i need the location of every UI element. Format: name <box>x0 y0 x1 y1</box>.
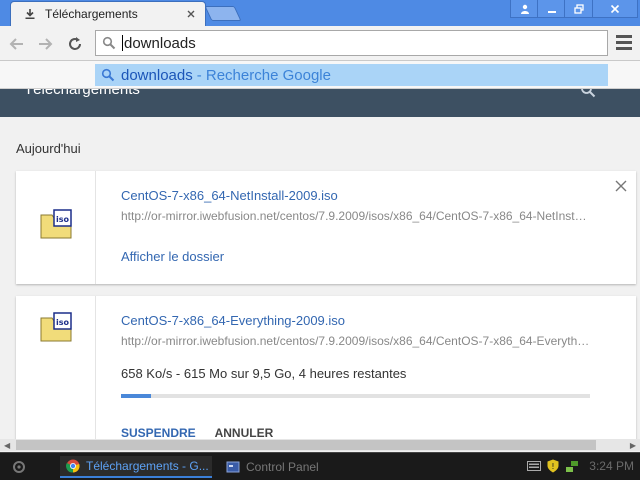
address-bar[interactable]: downloads <box>95 30 608 56</box>
downloads-list: Aujourd'hui iso CentOS-7-x86_64-NetInsta… <box>0 117 640 439</box>
suggestion-query: downloads <box>121 66 193 84</box>
minimize-button[interactable] <box>537 0 567 18</box>
minimize-icon <box>548 10 556 13</box>
taskbar-item-label: Control Panel <box>246 460 319 474</box>
reload-button[interactable] <box>64 33 86 55</box>
scroll-left-icon[interactable]: ◀ <box>4 441 10 450</box>
close-icon <box>610 4 620 13</box>
start-menu-icon[interactable] <box>8 459 30 475</box>
download-icon <box>23 7 37 21</box>
suggestion-source: - Recherche Google <box>196 66 331 84</box>
network-icon[interactable] <box>565 459 579 473</box>
forward-button[interactable] <box>34 33 56 55</box>
reload-icon <box>69 37 81 50</box>
remove-item-icon[interactable] <box>614 179 628 193</box>
back-arrow-icon <box>9 38 23 50</box>
browser-toolbar: downloads <box>0 26 640 61</box>
search-icon <box>101 68 115 82</box>
taskbar-item-control-panel[interactable]: Control Panel <box>220 456 360 478</box>
download-status: 658 Ko/s - 615 Mo sur 9,5 Go, 4 heures r… <box>121 366 407 381</box>
cancel-button[interactable]: ANNULER <box>215 426 274 439</box>
download-item: iso CentOS-7-x86_64-NetInstall-2009.iso … <box>16 171 636 284</box>
file-name-link[interactable]: CentOS-7-x86_64-NetInstall-2009.iso <box>121 188 338 203</box>
download-progress-bar <box>121 394 590 398</box>
security-shield-icon[interactable]: ! <box>547 459 559 473</box>
suggestion-item[interactable]: downloads - Recherche Google <box>95 64 608 86</box>
pause-button[interactable]: SUSPENDRE <box>121 426 196 439</box>
iso-file-icon: iso <box>40 312 72 342</box>
file-name-link[interactable]: CentOS-7-x86_64-Everything-2009.iso <box>121 313 345 328</box>
svg-text:iso: iso <box>56 318 70 327</box>
omnibox-suggestions: downloads - Recherche Google <box>0 61 640 89</box>
restore-icon <box>574 3 584 14</box>
svg-text:iso: iso <box>56 215 70 224</box>
progress-fill <box>121 394 152 398</box>
forward-arrow-icon <box>39 38 53 50</box>
taskbar-item-label: Téléchargements - G... <box>86 459 209 473</box>
control-panel-icon <box>226 461 240 473</box>
download-actions: SUSPENDRE ANNULER <box>121 426 273 439</box>
search-icon <box>102 36 116 50</box>
profile-button[interactable] <box>510 0 540 18</box>
tab-close-icon[interactable] <box>183 6 199 22</box>
system-tray: ! 3:24 PM <box>527 459 634 473</box>
tab-title: Téléchargements <box>45 7 138 21</box>
show-in-folder-link[interactable]: Afficher le dossier <box>121 249 224 264</box>
section-today-label: Aujourd'hui <box>16 141 81 156</box>
taskbar-clock[interactable]: 3:24 PM <box>589 459 634 473</box>
address-value: downloads <box>124 34 196 52</box>
chrome-icon <box>66 459 80 473</box>
user-icon <box>521 4 529 14</box>
keyboard-icon[interactable] <box>527 460 542 472</box>
download-item: iso CentOS-7-x86_64-Everything-2009.iso … <box>16 296 636 439</box>
taskbar: Téléchargements - G... Control Panel ! 3… <box>0 452 640 480</box>
text-cursor <box>122 35 123 51</box>
close-window-button[interactable] <box>592 0 638 18</box>
tab-downloads[interactable]: Téléchargements <box>10 1 206 26</box>
maximize-button[interactable] <box>564 0 594 18</box>
chrome-menu-button[interactable] <box>616 35 632 51</box>
taskbar-item-chrome[interactable]: Téléchargements - G... <box>60 456 212 478</box>
new-tab-button[interactable] <box>204 6 242 21</box>
file-url[interactable]: http://or-mirror.iwebfusion.net/centos/7… <box>121 334 591 348</box>
back-button[interactable] <box>6 33 28 55</box>
title-bar: Téléchargements <box>0 0 640 26</box>
svg-text:!: ! <box>552 462 555 471</box>
scroll-right-icon[interactable]: ▶ <box>630 441 636 450</box>
scrollbar-thumb[interactable] <box>16 440 596 450</box>
iso-file-icon: iso <box>40 209 72 239</box>
horizontal-scrollbar[interactable]: ◀ ▶ <box>0 439 640 451</box>
file-url[interactable]: http://or-mirror.iwebfusion.net/centos/7… <box>121 209 591 223</box>
